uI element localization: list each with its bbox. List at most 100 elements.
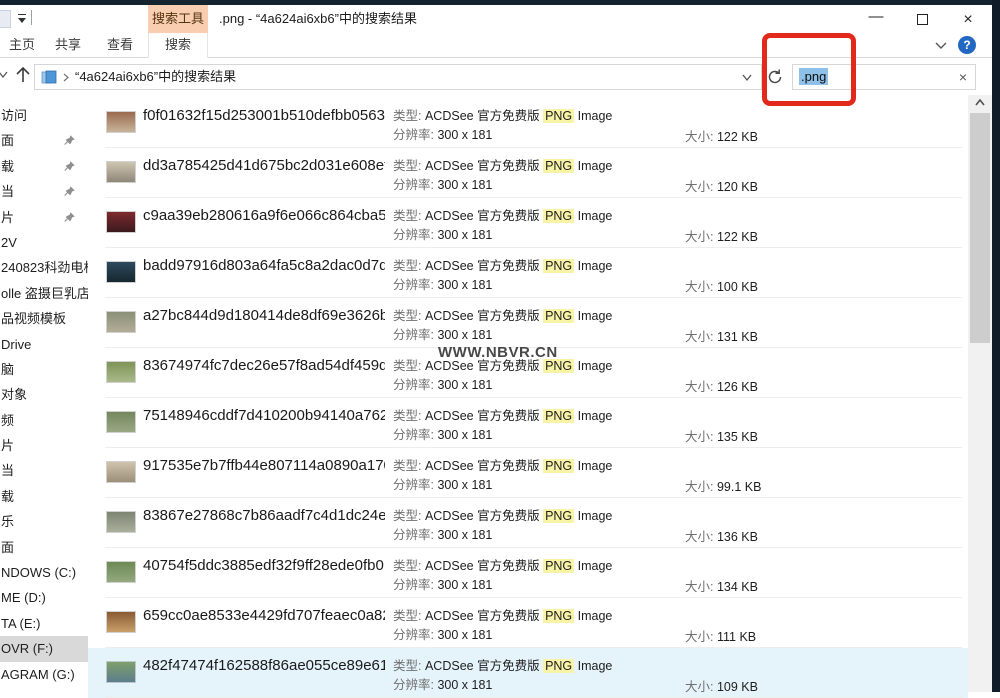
file-type-line: 类型: ACDSee 官方免费版 PNG Image: [393, 657, 612, 676]
file-meta: 类型: ACDSee 官方免费版 PNG Image分辨率: 300 x 181: [393, 457, 612, 495]
sidebar-item[interactable]: 240823科劲电机: [0, 255, 88, 280]
close-button[interactable]: ×: [954, 11, 982, 29]
sidebar-item[interactable]: 对象: [0, 382, 88, 407]
resolution-label: 分辨率:: [393, 178, 434, 192]
file-thumbnail: [107, 312, 135, 332]
size-value: 99.1 KB: [717, 480, 761, 494]
sidebar-item[interactable]: 脑: [0, 357, 88, 382]
sidebar-item-label: TA (E:): [1, 616, 40, 631]
sidebar-item-label: 访问: [1, 108, 27, 123]
file-list: f0f01632f15d253001b510defbb0563...类型: AC…: [88, 95, 968, 692]
sidebar-item[interactable]: OVR (F:): [0, 636, 88, 661]
file-row[interactable]: 659cc0ae8533e4429fd707feaec0a82...类型: AC…: [88, 598, 968, 648]
file-row[interactable]: a27bc844d9d180414de8df69e3626b...类型: ACD…: [88, 298, 968, 348]
file-row[interactable]: 40754f5ddc3885edf32f9ff28ede0fb0....类型: …: [88, 548, 968, 598]
resolution-label: 分辨率:: [393, 528, 434, 542]
sidebar-item[interactable]: AGRAM (G:): [0, 662, 88, 687]
navigation-sidebar: 访问面载当片2V240823科劲电机olle 盗摄巨乳店品视频模板Drive脑对…: [0, 95, 88, 692]
file-row[interactable]: badd97916d803a64fa5c8a2dac0d7d...类型: ACD…: [88, 248, 968, 298]
resolution-label: 分辨率:: [393, 328, 434, 342]
minimize-button[interactable]: —: [862, 11, 890, 29]
tab-home[interactable]: 主页: [0, 33, 44, 57]
file-resolution-line: 分辨率: 300 x 181: [393, 326, 612, 345]
file-row[interactable]: f0f01632f15d253001b510defbb0563...类型: AC…: [88, 98, 968, 148]
tab-search-active[interactable]: 搜索: [148, 33, 208, 58]
size-label: 大小:: [685, 580, 713, 594]
refresh-icon[interactable]: [766, 68, 784, 86]
file-row[interactable]: c9aa39eb280616a9f6e066c864cba52...类型: AC…: [88, 198, 968, 248]
sidebar-item[interactable]: 当: [0, 458, 88, 483]
search-input[interactable]: .png ×: [792, 64, 976, 90]
size-value: 136 KB: [717, 530, 758, 544]
file-thumbnail: [107, 662, 135, 682]
file-thumbnail: [107, 462, 135, 482]
up-one-level-button[interactable]: [13, 64, 33, 86]
sidebar-item[interactable]: 面: [0, 128, 88, 153]
type-highlight: PNG: [543, 209, 574, 223]
file-name: a27bc844d9d180414de8df69e3626b...: [143, 307, 385, 324]
sidebar-item[interactable]: 片: [0, 205, 88, 230]
size-label: 大小:: [685, 430, 713, 444]
sidebar-item[interactable]: Drive: [0, 332, 88, 357]
clear-search-icon[interactable]: ×: [953, 67, 973, 87]
resolution-value: 300 x 181: [437, 128, 492, 142]
file-meta: 类型: ACDSee 官方免费版 PNG Image分辨率: 300 x 181: [393, 357, 612, 395]
tab-view[interactable]: 查看: [98, 33, 142, 57]
vertical-scrollbar[interactable]: [968, 95, 992, 692]
file-row[interactable]: dd3a785425d41d675bc2d031e608ef...类型: ACD…: [88, 148, 968, 198]
sidebar-item[interactable]: TA (E:): [0, 611, 88, 636]
file-thumbnail: [107, 612, 135, 632]
type-value: ACDSee 官方免费版: [425, 659, 540, 673]
maximize-icon: [917, 14, 928, 25]
resolution-value: 300 x 181: [437, 528, 492, 542]
help-icon[interactable]: ?: [958, 36, 976, 54]
ribbon-expand-chevron-icon[interactable]: [934, 40, 948, 50]
file-type-line: 类型: ACDSee 官方免费版 PNG Image: [393, 257, 612, 276]
desktop-right-edge: [992, 0, 1000, 692]
tab-share[interactable]: 共享: [46, 33, 90, 57]
type-label: 类型:: [393, 609, 421, 623]
sidebar-item[interactable]: 品视频模板: [0, 306, 88, 331]
file-name: 40754f5ddc3885edf32f9ff28ede0fb0....: [143, 557, 385, 574]
sidebar-item[interactable]: NDOWS (C:): [0, 560, 88, 585]
sidebar-item[interactable]: ME (D:): [0, 585, 88, 610]
file-row[interactable]: 75148946cddf7d410200b94140a762...类型: ACD…: [88, 398, 968, 448]
ribbon-tab-strip: 主页 共享 查看 搜索 ?: [0, 33, 992, 58]
type-highlight: PNG: [543, 409, 574, 423]
sidebar-item[interactable]: 访问: [0, 103, 88, 128]
scrollbar-thumb[interactable]: [970, 113, 990, 343]
file-row[interactable]: 917535e7b7ffb44e807114a0890a170...类型: AC…: [88, 448, 968, 498]
sidebar-item[interactable]: 频: [0, 408, 88, 433]
address-row: “4a624ai6xb6”中的搜索结果 .png ×: [0, 58, 992, 96]
address-dropdown-chevron-icon[interactable]: [741, 73, 753, 82]
sidebar-item[interactable]: 载: [0, 154, 88, 179]
file-name: 83674974fc7dec26e57f8ad54df459d...: [143, 357, 385, 374]
resolution-value: 300 x 181: [437, 278, 492, 292]
recent-locations-chevron-icon[interactable]: [0, 70, 9, 80]
file-row[interactable]: 482f47474f162588f86ae055ce89e61c...类型: A…: [88, 648, 968, 698]
file-type-line: 类型: ACDSee 官方免费版 PNG Image: [393, 107, 612, 126]
file-name: 659cc0ae8533e4429fd707feaec0a82...: [143, 607, 385, 624]
quick-access-dropdown-icon[interactable]: [16, 13, 28, 25]
scrollbar-up-arrow-icon[interactable]: [968, 95, 992, 112]
file-resolution-line: 分辨率: 300 x 181: [393, 676, 612, 695]
sidebar-item[interactable]: 乐: [0, 509, 88, 534]
maximize-button[interactable]: [908, 11, 936, 29]
type-suffix: Image: [578, 309, 613, 323]
type-label: 类型:: [393, 459, 421, 473]
sidebar-item[interactable]: 片: [0, 433, 88, 458]
type-suffix: Image: [578, 409, 613, 423]
app-icon: [0, 10, 11, 28]
sidebar-item[interactable]: olle 盗摄巨乳店: [0, 281, 88, 306]
file-size: 大小: 109 KB: [685, 676, 758, 695]
breadcrumb[interactable]: “4a624ai6xb6”中的搜索结果: [75, 65, 236, 89]
address-bar[interactable]: “4a624ai6xb6”中的搜索结果: [34, 64, 762, 90]
sidebar-item[interactable]: 载: [0, 484, 88, 509]
search-tools-contextual-tab[interactable]: 搜索工具: [148, 5, 208, 33]
file-row[interactable]: 83867e27868c7b86aadf7c4d1dc24e...类型: ACD…: [88, 498, 968, 548]
sidebar-item[interactable]: 面: [0, 535, 88, 560]
sidebar-item[interactable]: 当: [0, 179, 88, 204]
sidebar-item[interactable]: 2V: [0, 230, 88, 255]
type-highlight: PNG: [543, 609, 574, 623]
resolution-label: 分辨率:: [393, 628, 434, 642]
